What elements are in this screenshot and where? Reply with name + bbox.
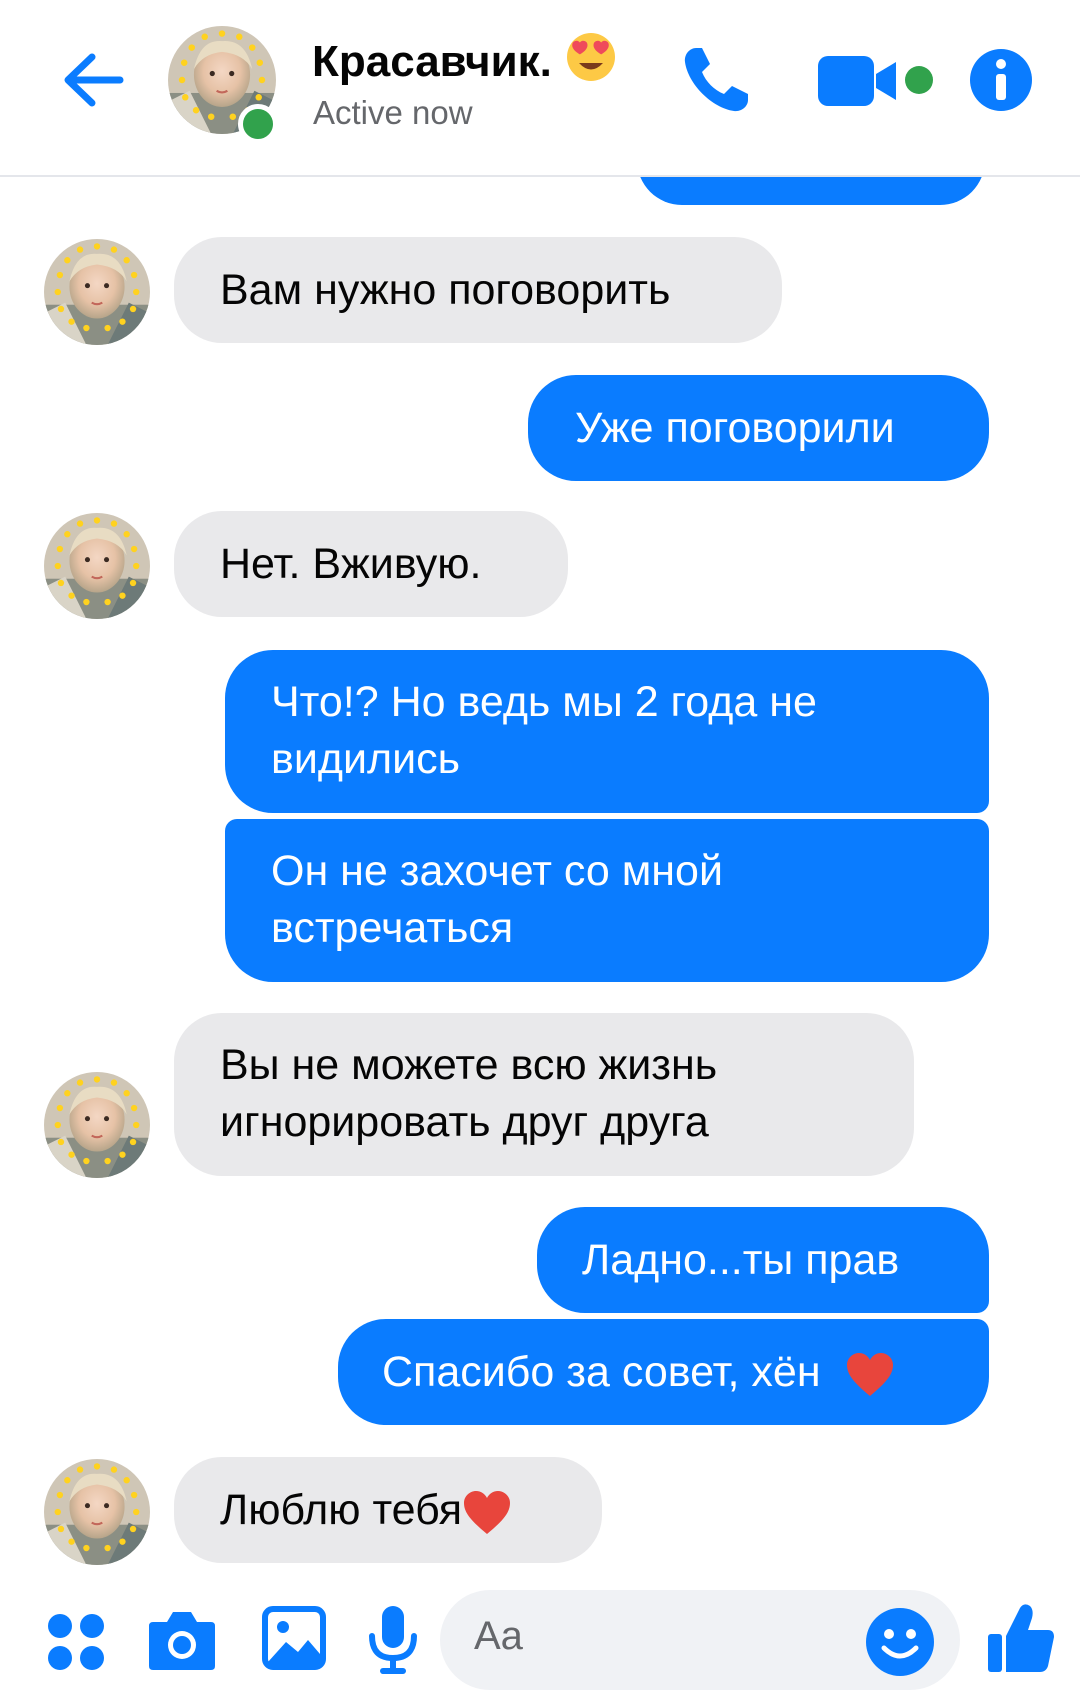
message-text: Он не захочет со мной встречаться (271, 847, 723, 952)
microphone-icon[interactable] (367, 1604, 419, 1676)
avatar[interactable] (44, 513, 150, 619)
like-thumb-icon[interactable] (986, 1600, 1056, 1676)
message-text: Вам нужно поговорить (220, 266, 671, 314)
message-bubble-incoming[interactable]: Нет. Вживую. (174, 511, 568, 617)
message-bubble-outgoing[interactable]: Что!? Но ведь мы 2 года не видились (225, 650, 989, 813)
message-bubble-partial (637, 175, 985, 205)
contact-name[interactable]: Красавчик. (312, 30, 618, 87)
video-active-dot (905, 66, 933, 94)
emoji-icon[interactable] (864, 1606, 936, 1678)
message-text: Нет. Вживую. (220, 540, 482, 588)
info-icon[interactable] (968, 47, 1034, 113)
contact-name-text: Красавчик. (312, 37, 552, 86)
avatar[interactable] (44, 239, 150, 345)
heart-emoji-icon (464, 1490, 511, 1534)
message-bubble-incoming[interactable]: Люблю тебя (174, 1457, 602, 1563)
message-text: Спасибо за совет, хён (382, 1348, 821, 1396)
message-text: Уже поговорили (575, 404, 895, 452)
active-status: Active now (313, 94, 473, 131)
message-bubble-outgoing[interactable]: Спасибо за совет, хён (338, 1319, 989, 1425)
chat-header: Красавчик. Active now (0, 0, 1080, 177)
message-bubble-incoming[interactable]: Вам нужно поговорить (174, 237, 782, 343)
message-input-placeholder: Aa (474, 1614, 523, 1658)
message-bubble-outgoing[interactable]: Он не захочет со мной встречаться (225, 819, 989, 982)
message-text: Вы не можете всю жизнь игнорировать друг… (220, 1041, 718, 1146)
apps-grid-icon[interactable] (46, 1612, 106, 1672)
back-arrow-icon[interactable] (58, 45, 128, 115)
camera-icon[interactable] (147, 1606, 217, 1672)
online-indicator (238, 104, 278, 144)
heart-emoji-icon (846, 1352, 893, 1396)
avatar[interactable] (44, 1459, 150, 1565)
message-text: Ладно...ты прав (582, 1236, 900, 1284)
message-text: Что!? Но ведь мы 2 года не видились (271, 678, 817, 783)
message-bubble-outgoing[interactable]: Уже поговорили (528, 375, 989, 481)
avatar[interactable] (44, 1072, 150, 1178)
video-camera-icon[interactable] (816, 54, 902, 108)
message-text: Люблю тебя (220, 1486, 463, 1534)
message-bubble-outgoing[interactable]: Ладно...ты прав (537, 1207, 989, 1313)
message-bubble-incoming[interactable]: Вы не можете всю жизнь игнорировать друг… (174, 1013, 914, 1176)
message-list[interactable]: Вам нужно поговорить Уже поговорили Нет.… (0, 175, 1080, 1583)
heart-eyes-emoji-icon (567, 33, 616, 81)
phone-icon[interactable] (676, 40, 756, 120)
gallery-icon[interactable] (262, 1606, 326, 1670)
